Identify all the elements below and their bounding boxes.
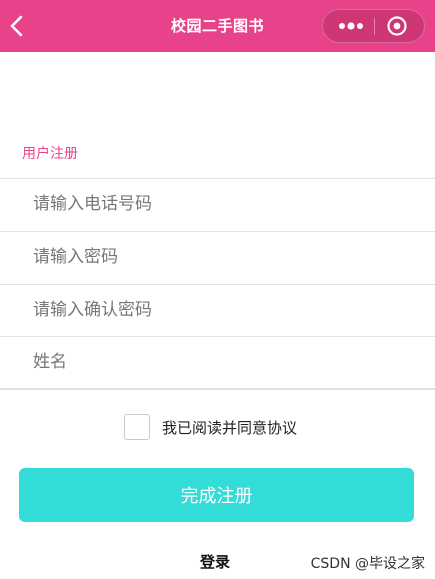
form-divider [0,388,435,390]
phone-input[interactable] [33,179,413,229]
phone-row [0,178,435,230]
target-circle-icon [387,16,407,36]
agreement-label[interactable]: 我已阅读并同意协议 [162,417,297,438]
password-input[interactable] [33,232,413,282]
confirm-password-row [0,284,435,336]
more-button[interactable] [337,18,367,34]
confirm-password-input[interactable] [33,285,413,335]
top-navbar: 校园二手图书 [0,0,435,52]
agreement-checkbox[interactable] [124,414,150,440]
name-row [0,336,435,388]
login-link[interactable]: 登录 [200,551,230,572]
menu-capsule [322,9,425,43]
close-button[interactable] [386,15,408,37]
name-input[interactable] [33,337,413,387]
more-dots-icon [339,22,363,30]
register-page: 校园二手图书 用户注册 请输入电话号码 姓名 我已阅读并同意协议 完成注册 登录… [0,0,435,579]
capsule-divider [374,18,375,35]
section-title: 用户注册 [22,146,78,162]
password-row [0,231,435,283]
watermark-text: CSDN @毕设之家 [310,556,425,572]
submit-register-button[interactable]: 完成注册 [19,468,414,522]
